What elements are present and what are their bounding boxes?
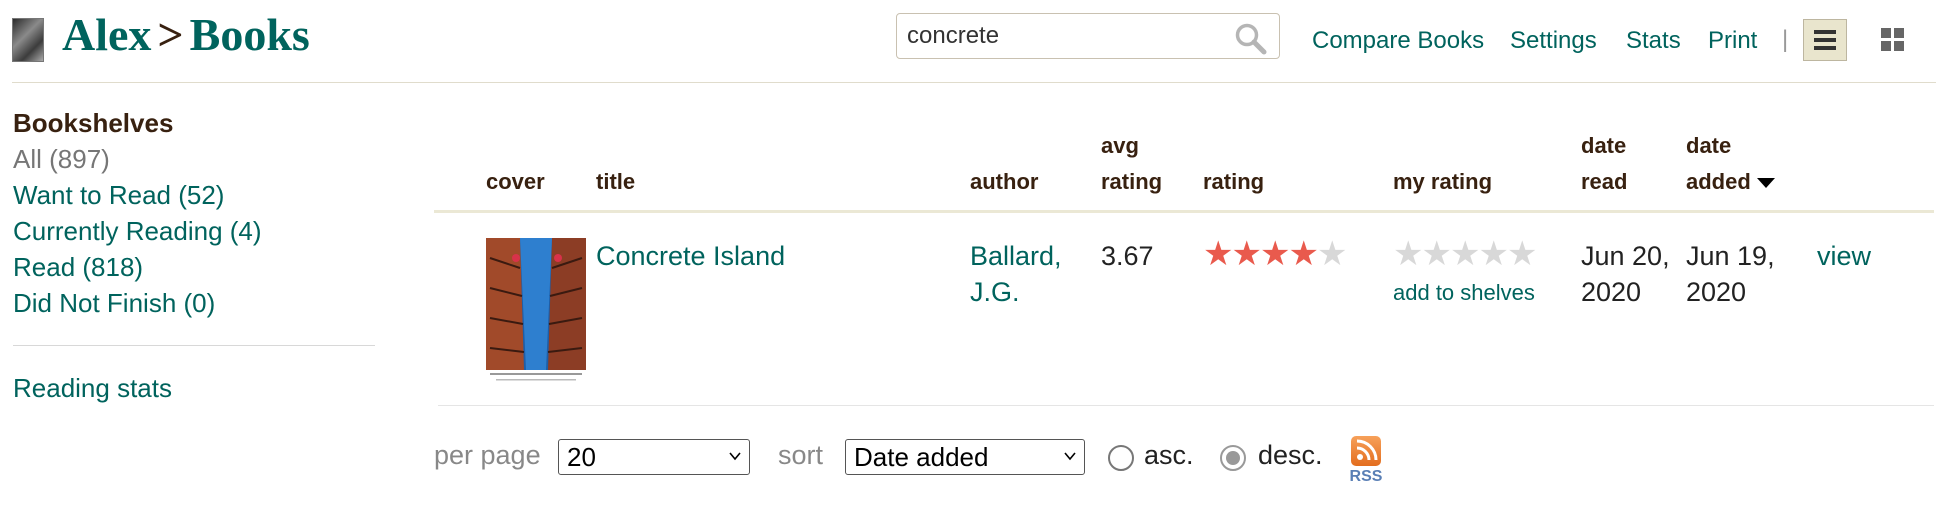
header-date-added[interactable]: added xyxy=(1686,164,1775,200)
date-read-line1: Jun 20, xyxy=(1581,241,1670,271)
compare-books-link[interactable]: Compare Books xyxy=(1312,27,1484,55)
shelf-did-not-finish[interactable]: Did Not Finish (0) xyxy=(13,285,373,321)
header-author[interactable]: author xyxy=(970,164,1038,200)
my-rating-star-3-icon[interactable]: ★ xyxy=(1450,235,1481,273)
reading-stats-link[interactable]: Reading stats xyxy=(13,370,373,406)
star-filled-icon: ★ xyxy=(1231,235,1262,273)
header-date-read-line1[interactable]: date xyxy=(1581,128,1626,164)
date-added-value: Jun 19, 2020 xyxy=(1686,238,1775,310)
header-date-added-line1[interactable]: date xyxy=(1686,128,1731,164)
my-rating-stars[interactable]: ★★★★★ xyxy=(1393,235,1538,273)
header-date-added-line2: added xyxy=(1686,169,1751,194)
date-read-line2: 2020 xyxy=(1581,277,1642,307)
book-cover[interactable] xyxy=(486,238,586,386)
date-read-value: Jun 20, 2020 xyxy=(1581,238,1670,310)
shelf-read[interactable]: Read (818) xyxy=(13,249,373,285)
books-link[interactable]: Books xyxy=(190,9,310,60)
print-link[interactable]: Print xyxy=(1708,27,1757,55)
star-filled-icon: ★ xyxy=(1259,235,1291,273)
asc-radio[interactable] xyxy=(1108,445,1134,471)
rss-label: RSS xyxy=(1349,468,1383,485)
header-my-rating[interactable]: my rating xyxy=(1393,164,1492,200)
avg-rating-value: 3.67 xyxy=(1101,241,1154,271)
user-avatar[interactable] xyxy=(12,18,44,62)
chevron-down-icon xyxy=(1064,452,1076,461)
shelf-all[interactable]: All (897) xyxy=(13,141,373,177)
header-title[interactable]: title xyxy=(596,164,635,200)
view-link[interactable]: view xyxy=(1817,238,1871,274)
shelf-currently-reading[interactable]: Currently Reading (4) xyxy=(13,213,373,249)
search-input[interactable] xyxy=(907,22,1227,50)
row-divider xyxy=(438,405,1934,406)
list-controls: per page 20 sort Date added asc. desc. R… xyxy=(434,436,1434,485)
rating-stars: ★★★★★ xyxy=(1203,235,1348,273)
rss-feed-link[interactable]: RSS xyxy=(1346,436,1386,488)
star-filled-icon: ★ xyxy=(1203,235,1234,273)
per-page-select[interactable]: 20 xyxy=(558,439,750,475)
title-separator: > xyxy=(157,9,184,60)
page-title: Alex > Books xyxy=(62,8,310,61)
rss-icon xyxy=(1351,436,1381,466)
date-added-line1: Jun 19, xyxy=(1686,241,1775,271)
sort-select[interactable]: Date added xyxy=(845,439,1085,475)
sort-label: sort xyxy=(778,440,824,470)
author-line2: J.G. xyxy=(970,277,1020,307)
add-to-shelves-link[interactable]: add to shelves xyxy=(1393,280,1535,306)
per-page-value: 20 xyxy=(567,442,596,472)
sidebar: Bookshelves All (897) Want to Read (52) … xyxy=(13,105,375,406)
header: Alex>Books Compare Books Settings Stats … xyxy=(0,0,1948,82)
list-view-icon xyxy=(1814,30,1836,50)
desc-label: desc. xyxy=(1258,440,1323,470)
grid-view-icon[interactable] xyxy=(1876,23,1910,57)
my-rating-star-4-icon[interactable]: ★ xyxy=(1478,235,1509,273)
shelf-want-to-read[interactable]: Want to Read (52) xyxy=(13,177,373,213)
user-name-link[interactable]: Alex xyxy=(62,9,151,60)
search-box[interactable] xyxy=(896,13,1280,59)
date-added-line2: 2020 xyxy=(1686,277,1747,307)
stats-link[interactable]: Stats xyxy=(1626,27,1681,55)
header-date-read-line2[interactable]: read xyxy=(1581,164,1627,200)
settings-link[interactable]: Settings xyxy=(1510,27,1597,55)
my-rating-star-1-icon[interactable]: ★ xyxy=(1393,235,1424,273)
book-author-link[interactable]: Ballard, J.G. xyxy=(970,238,1062,310)
my-rating-star-5-icon[interactable]: ★ xyxy=(1507,235,1538,273)
search-icon[interactable] xyxy=(1233,21,1267,55)
list-view-button[interactable] xyxy=(1803,19,1847,61)
sort-desc-arrow-icon xyxy=(1756,178,1775,189)
chevron-down-icon xyxy=(729,452,741,461)
header-avg-rating-line2[interactable]: rating xyxy=(1101,164,1162,200)
table-header-divider xyxy=(434,210,1934,213)
author-line1: Ballard, xyxy=(970,241,1062,271)
desc-radio[interactable] xyxy=(1220,445,1246,471)
sort-value: Date added xyxy=(854,442,989,472)
asc-label: asc. xyxy=(1144,440,1194,470)
star-empty-icon: ★ xyxy=(1316,235,1348,273)
header-rating[interactable]: rating xyxy=(1203,164,1264,200)
per-page-label: per page xyxy=(434,440,541,470)
star-filled-icon: ★ xyxy=(1288,235,1319,273)
book-cover-image xyxy=(486,238,586,386)
sidebar-divider xyxy=(13,345,375,346)
header-divider xyxy=(12,82,1936,83)
book-title-link[interactable]: Concrete Island xyxy=(596,238,785,274)
divider: | xyxy=(1782,26,1789,53)
bookshelves-heading: Bookshelves xyxy=(13,108,174,138)
my-rating-star-2-icon[interactable]: ★ xyxy=(1421,235,1452,273)
header-cover[interactable]: cover xyxy=(486,164,545,200)
header-avg-rating-line1[interactable]: avg xyxy=(1101,128,1139,164)
